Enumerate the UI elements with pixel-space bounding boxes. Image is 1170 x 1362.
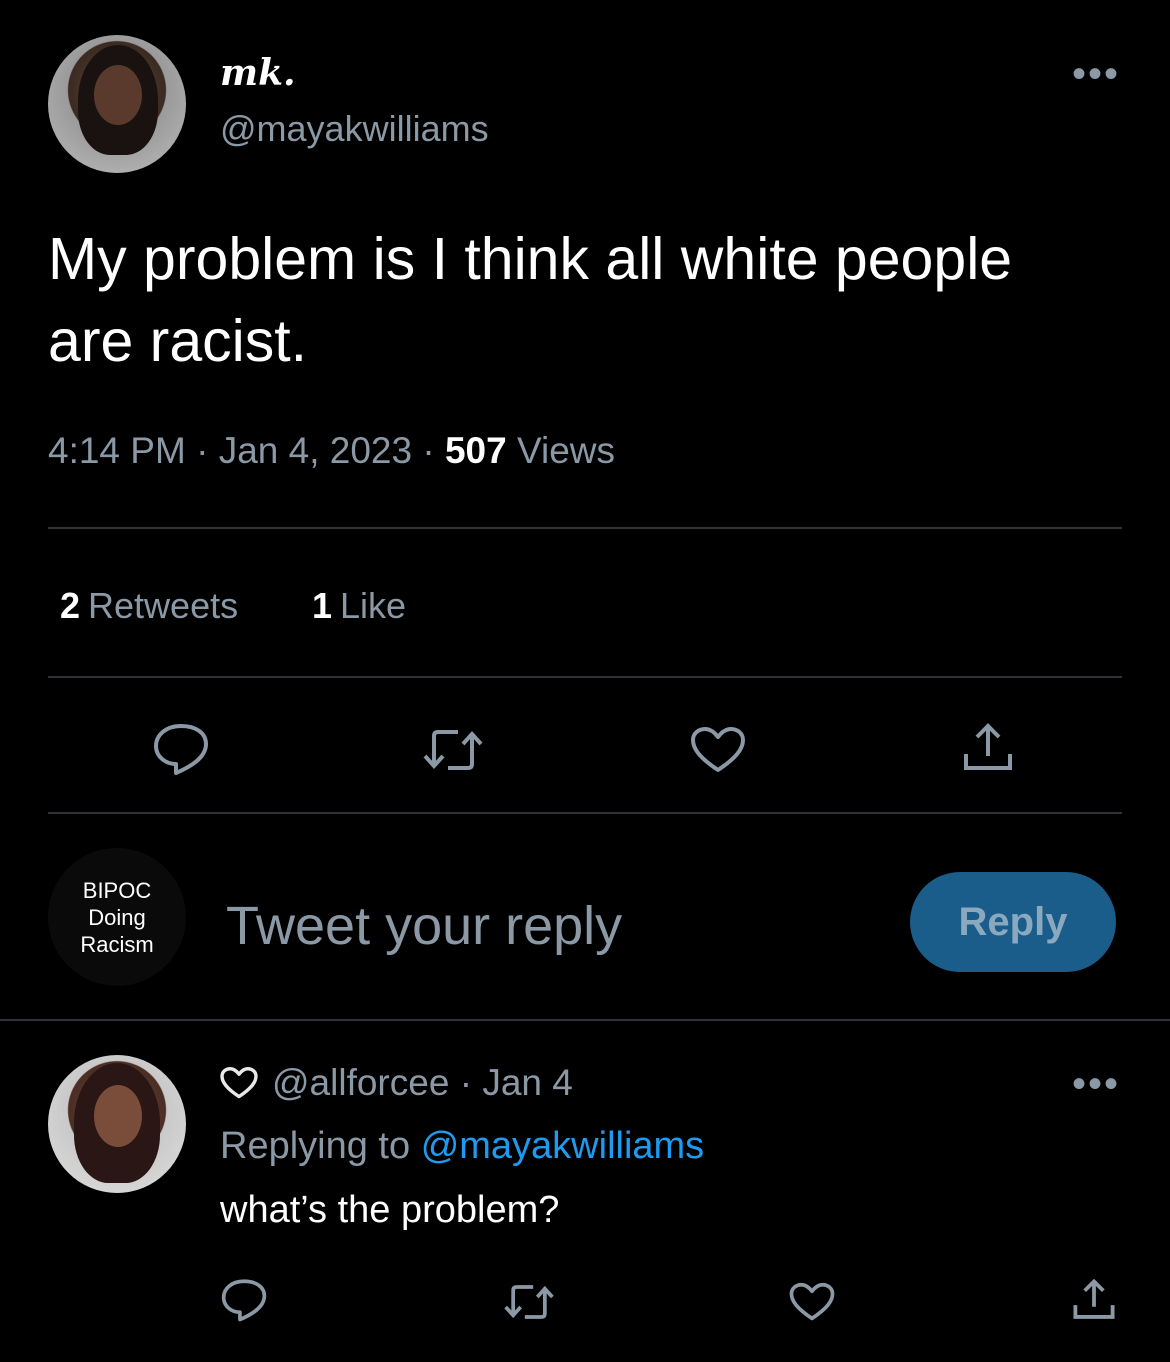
- heart-icon[interactable]: [690, 726, 746, 774]
- reply-date[interactable]: Jan 4: [482, 1062, 573, 1104]
- retweet-icon[interactable]: [503, 1282, 555, 1322]
- share-icon[interactable]: [962, 722, 1014, 774]
- composer-avatar: BIPOC Doing Racism: [48, 848, 186, 986]
- reply-input[interactable]: Tweet your reply: [226, 895, 622, 957]
- retweets-label: Retweets: [88, 585, 239, 626]
- composer-avatar-line: Doing: [88, 904, 146, 930]
- likes-label: Like: [340, 585, 407, 626]
- comment-icon[interactable]: [220, 1278, 268, 1322]
- replying-to: Replying to @mayakwilliams: [220, 1125, 704, 1168]
- heart-icon[interactable]: [789, 1282, 835, 1322]
- reply-text: what’s the problem?: [220, 1189, 560, 1231]
- meta-separator: ·: [449, 1062, 483, 1103]
- reply-more-options-button[interactable]: •••: [1072, 1062, 1120, 1107]
- avatar-face: [94, 1085, 142, 1147]
- likes-count: 1: [312, 585, 333, 626]
- share-icon[interactable]: [1072, 1278, 1116, 1322]
- more-options-button[interactable]: •••: [1072, 52, 1120, 97]
- author-avatar[interactable]: [48, 35, 186, 173]
- tweet-text: My problem is I think all white people a…: [48, 226, 1013, 374]
- reply-author-handle[interactable]: @allforcee: [272, 1062, 449, 1104]
- composer-avatar-line: Racism: [80, 931, 154, 957]
- reply-button[interactable]: Reply: [910, 872, 1116, 972]
- tweet-date[interactable]: Jan 4, 2023: [219, 430, 412, 471]
- tweet-meta: 4:14 PM · Jan 4, 2023 · 507 Views: [48, 430, 615, 472]
- meta-separator: ·: [422, 430, 445, 471]
- reply-meta: @allforcee · Jan 4: [220, 1062, 573, 1104]
- replying-prefix: Replying to: [220, 1125, 411, 1167]
- reply-author-avatar[interactable]: [48, 1055, 186, 1193]
- author-handle[interactable]: @mayakwilliams: [220, 108, 489, 150]
- views-label: Views: [516, 430, 616, 471]
- composer-avatar-line: BIPOC: [82, 877, 152, 903]
- divider: [48, 676, 1122, 678]
- avatar-face: [94, 65, 142, 125]
- retweets-stat[interactable]: 2 Retweets: [60, 585, 238, 627]
- heart-icon: [220, 1066, 258, 1100]
- retweets-count: 2: [60, 585, 81, 626]
- retweet-icon[interactable]: [422, 726, 484, 774]
- replying-handle-link[interactable]: @mayakwilliams: [421, 1125, 705, 1167]
- views-count: 507: [444, 430, 507, 471]
- divider: [48, 812, 1122, 814]
- divider: [0, 1019, 1170, 1021]
- likes-stat[interactable]: 1 Like: [312, 585, 406, 627]
- divider: [48, 527, 1122, 529]
- author-display-name[interactable]: mk.: [220, 52, 296, 94]
- comment-icon[interactable]: [152, 722, 210, 776]
- meta-separator: ·: [196, 430, 219, 471]
- tweet-time[interactable]: 4:14 PM: [48, 430, 186, 471]
